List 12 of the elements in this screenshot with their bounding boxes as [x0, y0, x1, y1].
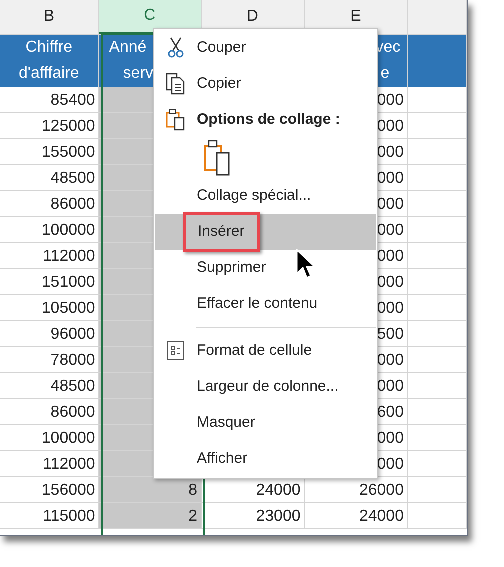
column-header[interactable]: C — [99, 0, 202, 34]
table-cell: 2 — [99, 503, 202, 528]
menu-item[interactable]: Insérer — [155, 214, 376, 250]
format-cells-icon — [167, 341, 185, 361]
table-cell: 8 — [99, 477, 202, 502]
copy-icon — [166, 73, 186, 95]
table-cell: 23000 — [202, 503, 305, 528]
clipboard-icon — [166, 109, 186, 131]
header-cell: Chiffre d'afffaire — [0, 35, 100, 87]
paste-icon[interactable] — [204, 140, 230, 176]
scissors-icon — [168, 37, 184, 59]
table-cell: 24000 — [304, 503, 408, 528]
